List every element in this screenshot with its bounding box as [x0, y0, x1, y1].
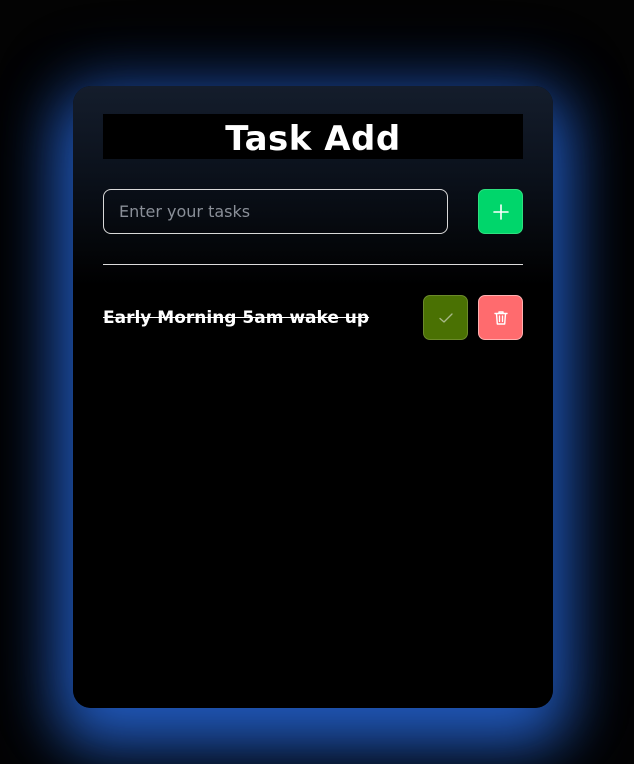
- plus-icon: [492, 203, 510, 221]
- delete-task-button[interactable]: [478, 295, 523, 340]
- task-text: Early Morning 5am wake up: [103, 307, 370, 328]
- page-title: Task Add: [225, 118, 401, 159]
- complete-task-button[interactable]: [423, 295, 468, 340]
- divider: [103, 264, 523, 265]
- task-item: Early Morning 5am wake up: [103, 295, 523, 340]
- title-bar: Task Add: [103, 114, 523, 159]
- trash-icon: [492, 309, 510, 327]
- check-icon: [437, 309, 455, 327]
- task-card: Task Add Early Morning 5am wake up: [73, 86, 553, 708]
- task-input[interactable]: [103, 189, 448, 234]
- page-background: Task Add Early Morning 5am wake up: [0, 0, 634, 764]
- add-task-button[interactable]: [478, 189, 523, 234]
